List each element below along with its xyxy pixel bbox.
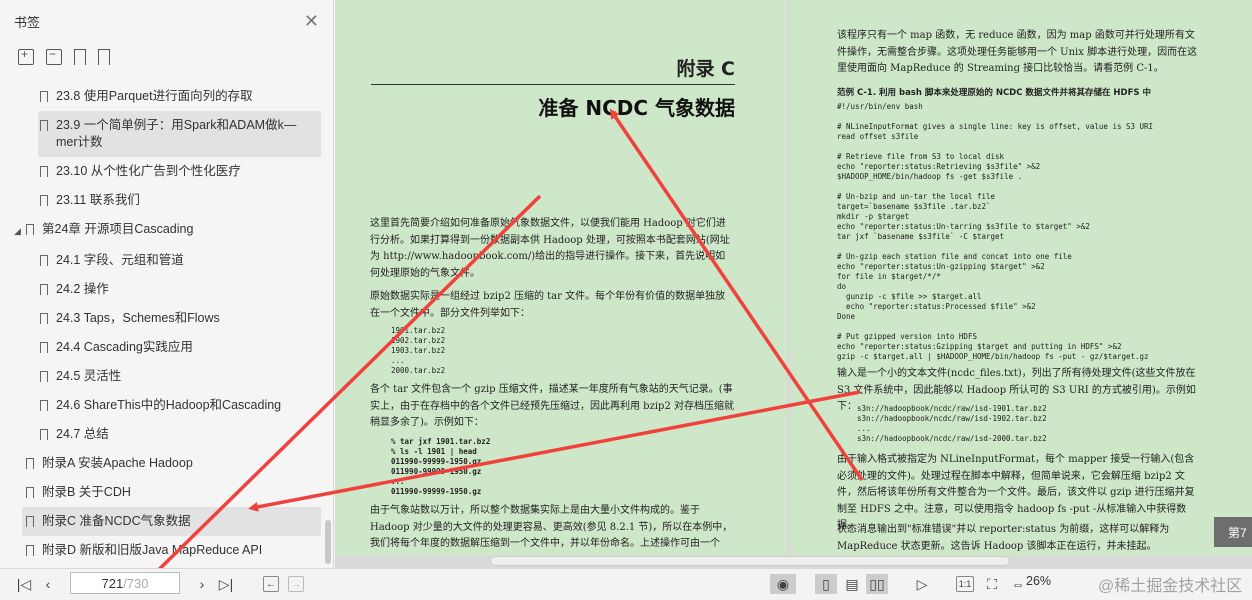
bookmark-icon xyxy=(40,120,48,131)
page-number-badge: 第7 xyxy=(1214,517,1252,547)
bookmark-item[interactable]: 附录D 新版和旧版Java MapReduce API xyxy=(0,536,321,565)
bookmark-item[interactable]: 24.4 Cascading实践应用 xyxy=(0,333,321,362)
close-icon[interactable]: ✕ xyxy=(304,12,319,30)
bookmark-label: 23.11 联系我们 xyxy=(56,193,140,207)
bookmark-item[interactable]: ◢ 第24章 开源项目Cascading xyxy=(0,215,321,246)
bookmark-icon xyxy=(26,516,34,527)
current-page: 721 xyxy=(101,575,124,591)
bookmark-icon xyxy=(26,458,34,469)
bookmark-icon xyxy=(40,400,48,411)
bookmark-icon xyxy=(40,313,48,324)
bookmark-icon xyxy=(26,545,34,556)
bookmark-item[interactable]: 附录B 关于CDH xyxy=(0,478,321,507)
bookmark-label: 24.6 ShareThis中的Hadoop和Cascading xyxy=(56,398,282,412)
bookmark-item[interactable]: 24.1 字段、元组和管道 xyxy=(0,246,321,275)
actual-size-icon[interactable]: 1:1 xyxy=(956,576,974,592)
bookmark-label: 附录D 新版和旧版Java MapReduce API xyxy=(42,543,263,557)
bookmark-label: 24.1 字段、元组和管道 xyxy=(56,253,184,267)
bookmarks-sidebar: 书签 ✕ 23.8 使用Parquet进行面向列的存取 23.9 一个简单例子：… xyxy=(0,0,334,568)
bookmark-label: 24.3 Taps，Schemes和Flows xyxy=(56,311,220,325)
bookmark-item-current[interactable]: 附录C 准备NCDC气象数据 xyxy=(22,507,321,536)
paragraph: 该程序只有一个 map 函数，无 reduce 函数，因为 map 函数可并行处… xyxy=(837,30,1198,74)
bookmark-item[interactable]: 24.2 操作 xyxy=(0,275,321,304)
bookmark-icon xyxy=(40,429,48,440)
bookmark-label: 23.9 一个简单例子：用Spark和ADAM做k—mer计数 xyxy=(56,118,297,149)
code-block: 1901.tar.bz2 1902.tar.bz2 1903.tar.bz2 .… xyxy=(391,326,446,375)
bookmark-label: 24.4 Cascading实践应用 xyxy=(56,340,193,354)
bookmark-icon xyxy=(40,195,48,206)
expand-all-icon[interactable] xyxy=(18,47,34,65)
collapse-all-icon[interactable] xyxy=(46,47,62,65)
bottom-toolbar xyxy=(0,568,1252,600)
bookmark-icon[interactable] xyxy=(98,49,110,65)
fit-page-icon[interactable]: ⛶ xyxy=(983,574,1001,594)
appendix-label: 附录 C xyxy=(676,58,735,80)
bookmark-label: 附录B 关于CDH xyxy=(42,485,131,499)
forward-icon[interactable]: → xyxy=(288,576,304,592)
two-page-icon[interactable]: ▯▯ xyxy=(866,574,888,594)
bookmark-item[interactable]: 23.11 联系我们 xyxy=(0,186,321,215)
bookmark-item[interactable]: 附录A 安装Apache Hadoop xyxy=(0,449,321,478)
paragraph: 状态消息输出到"标准错误"并以 reporter:status 为前缀，这样可以… xyxy=(837,524,1170,552)
bookmark-icon xyxy=(40,342,48,353)
bookmark-item[interactable]: 24.6 ShareThis中的Hadoop和Cascading xyxy=(0,391,321,420)
sidebar-tools xyxy=(0,42,333,72)
bookmark-label: 附录A 安装Apache Hadoop xyxy=(42,456,193,470)
watermark: @稀土掘金技术社区 xyxy=(1098,578,1243,595)
bookmark-icon xyxy=(40,255,48,266)
last-page-icon[interactable]: ▷| xyxy=(216,574,236,594)
continuous-page-icon[interactable]: ▤ xyxy=(843,574,861,594)
bookmark-icon xyxy=(40,166,48,177)
bookmark-label: 23.8 使用Parquet进行面向列的存取 xyxy=(56,89,253,103)
bookmark-item[interactable]: 24.3 Taps，Schemes和Flows xyxy=(0,304,321,333)
eye-care-icon[interactable]: ◉ xyxy=(770,574,796,594)
back-icon[interactable]: ← xyxy=(263,576,279,592)
prev-page-icon[interactable]: ‹ xyxy=(40,574,56,594)
paragraph: 各个 tar 文件包含一个 gzip 压缩文件，描述某一年度所有气象站的天气记录… xyxy=(370,384,734,428)
chapter-title: 准备 NCDC 气象数据 xyxy=(538,96,735,120)
bookmark-icon xyxy=(40,91,48,102)
bookmark-item[interactable]: 24.7 总结 xyxy=(0,420,321,449)
bookmark-label: 24.7 总结 xyxy=(56,427,109,441)
horizontal-scrollbar[interactable] xyxy=(490,556,1010,566)
next-page-icon[interactable]: › xyxy=(194,574,210,594)
bookmark-label: 附录C 准备NCDC气象数据 xyxy=(42,514,191,528)
play-icon[interactable]: ▷ xyxy=(912,574,932,594)
single-page-icon[interactable]: ▯ xyxy=(815,574,837,594)
bookmark-icon xyxy=(40,371,48,382)
bookmark-item[interactable]: 23.8 使用Parquet进行面向列的存取 xyxy=(0,82,321,111)
paragraph: 这里首先简要介绍如何准备原始气象数据文件，以便我们能用 Hadoop 对它们进行… xyxy=(370,218,730,279)
fit-width-icon[interactable]: ⇔ xyxy=(1009,574,1027,594)
total-pages: /730 xyxy=(123,575,149,591)
bookmark-icon xyxy=(26,224,34,235)
bookmark-label: 23.10 从个性化广告到个性化医疗 xyxy=(56,164,241,178)
example-caption: 范例 C-1. 利用 bash 脚本来处理原始的 NCDC 数据文件并将其存储在… xyxy=(837,88,1151,98)
bookmark-label: 第24章 开源项目Cascading xyxy=(42,222,194,236)
sidebar-scrollbar[interactable] xyxy=(325,520,331,564)
code-block: % tar jxf 1901.tar.bz2 % ls -l 1901 | he… xyxy=(391,437,491,496)
bookmark-icon xyxy=(40,284,48,295)
code-block: #!/usr/bin/env bash # NLineInputFormat g… xyxy=(837,102,1154,361)
sidebar-title: 书签 xyxy=(14,14,41,30)
sidebar-header: 书签 ✕ xyxy=(0,0,333,42)
paragraph: 由于气象站数以万计，所以整个数据集实际上是由大量小文件构成的。鉴于 Hadoop… xyxy=(370,505,733,549)
first-page-icon[interactable]: |◁ xyxy=(14,574,34,594)
page-left: 附录 C 准备 NCDC 气象数据 这里首先简要介绍如何准备原始气象数据文件，以… xyxy=(335,0,787,556)
page-right: 该程序只有一个 map 函数，无 reduce 函数，因为 map 函数可并行处… xyxy=(791,0,1252,556)
zoom-level[interactable]: 26% xyxy=(1026,574,1051,588)
title-rule xyxy=(371,84,735,85)
bookmark-icon xyxy=(26,487,34,498)
page-number-input[interactable]: 721/730 xyxy=(70,572,180,594)
code-block: s3n://hadoopbook/ncdc/raw/isd-1901.tar.b… xyxy=(857,404,1047,443)
bookmark-list: 23.8 使用Parquet进行面向列的存取 23.9 一个简单例子：用Spar… xyxy=(0,82,321,568)
bookmark-label: 24.5 灵活性 xyxy=(56,369,122,383)
add-bookmark-icon[interactable] xyxy=(74,49,86,65)
bookmark-item[interactable]: 23.9 一个简单例子：用Spark和ADAM做k—mer计数 xyxy=(38,111,321,157)
bookmark-item[interactable]: 24.5 灵活性 xyxy=(0,362,321,391)
expand-triangle-icon[interactable]: ◢ xyxy=(14,223,26,240)
bookmark-label: 24.2 操作 xyxy=(56,282,109,296)
document-view[interactable]: 附录 C 准备 NCDC 气象数据 这里首先简要介绍如何准备原始气象数据文件，以… xyxy=(335,0,1252,568)
bookmark-item[interactable]: 23.10 从个性化广告到个性化医疗 xyxy=(0,157,321,186)
paragraph: 原始数据实际是一组经过 bzip2 压缩的 tar 文件。每个年份有价值的数据单… xyxy=(370,291,726,319)
